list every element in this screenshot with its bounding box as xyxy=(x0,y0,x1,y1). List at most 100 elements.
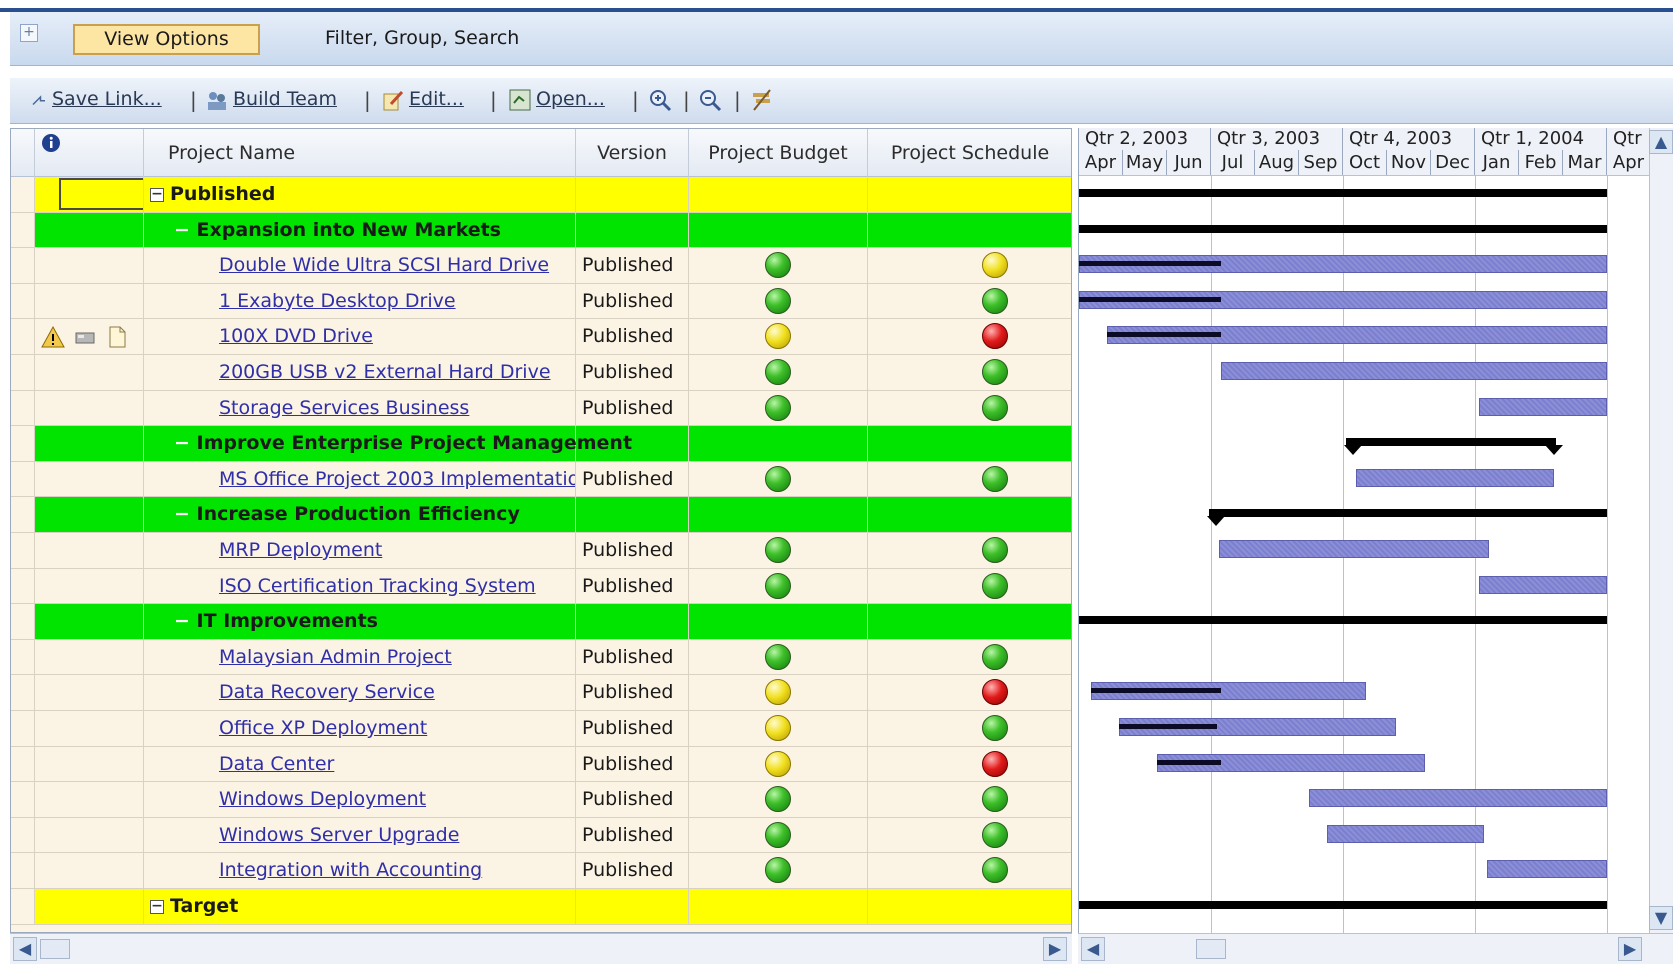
gantt-progress-bar[interactable] xyxy=(1091,688,1221,694)
gantt-horizontal-scrollbar[interactable]: ◀ ▶ xyxy=(1078,933,1673,964)
project-row[interactable]: MS Office Project 2003 Implementation Pub… xyxy=(11,461,1071,498)
gantt-task-bar[interactable] xyxy=(1479,397,1607,416)
project-row[interactable]: Windows Server Upgrade Published xyxy=(11,817,1071,854)
group-row[interactable]: − IT Improvements xyxy=(11,604,1071,640)
column-header-version[interactable]: Version xyxy=(576,129,689,177)
gantt-progress-bar[interactable] xyxy=(1157,759,1221,765)
scroll-right-button[interactable]: ▶ xyxy=(1618,937,1642,961)
gantt-progress-bar[interactable] xyxy=(1119,724,1217,729)
group-row[interactable]: − Improve Enterprise Project Management xyxy=(11,426,1071,462)
section-row[interactable]: − Published xyxy=(11,177,1071,213)
project-row[interactable]: Data Recovery Service Published xyxy=(11,675,1071,711)
gantt-summary-bar[interactable] xyxy=(1079,616,1607,625)
gantt-summary-bar[interactable] xyxy=(1346,438,1556,447)
project-row[interactable]: 200GB USB v2 External Hard Drive Publishe… xyxy=(11,355,1071,391)
go-to-task-button[interactable] xyxy=(750,84,778,116)
gantt-task-bar[interactable] xyxy=(1221,362,1607,380)
project-row[interactable]: 100X DVD Drive Published xyxy=(11,319,1071,355)
project-link[interactable]: Data Center xyxy=(144,753,334,775)
project-link[interactable]: Windows Server Upgrade xyxy=(144,824,459,846)
gantt-task-bar[interactable] xyxy=(1487,860,1607,879)
collapse-icon[interactable]: − xyxy=(174,432,197,454)
project-row[interactable]: Windows Deployment Published xyxy=(11,782,1071,818)
collapse-icon[interactable]: − xyxy=(174,503,197,525)
scroll-left-button[interactable]: ◀ xyxy=(13,937,37,961)
project-link[interactable]: Office XP Deployment xyxy=(144,717,427,739)
project-link[interactable]: Data Recovery Service xyxy=(144,681,435,703)
gantt-summary-marker[interactable] xyxy=(1344,445,1362,456)
column-header-project-name[interactable]: Project Name xyxy=(144,129,576,177)
project-row[interactable]: Office XP Deployment Published xyxy=(11,711,1071,747)
project-link[interactable]: ISO Certification Tracking System xyxy=(144,575,536,597)
gantt-summary-marker[interactable] xyxy=(1545,445,1563,456)
collapse-icon[interactable]: − xyxy=(174,219,197,241)
project-link[interactable]: Storage Services Business xyxy=(144,397,469,419)
yellow-indicator-icon xyxy=(982,252,1008,279)
gantt-progress-bar[interactable] xyxy=(1079,296,1221,302)
selected-cell[interactable] xyxy=(59,178,143,210)
card-icon[interactable] xyxy=(73,325,97,349)
project-row[interactable]: 1 Exabyte Desktop Drive Published xyxy=(11,283,1071,320)
vertical-scrollbar[interactable]: ▲ ▼ xyxy=(1649,128,1673,933)
filter-group-search-button[interactable]: Filter, Group, Search xyxy=(325,25,519,52)
project-link[interactable]: 1 Exabyte Desktop Drive xyxy=(144,290,456,312)
scroll-up-button[interactable]: ▲ xyxy=(1649,130,1673,154)
scroll-down-button[interactable]: ▼ xyxy=(1649,906,1673,930)
project-link[interactable]: MRP Deployment xyxy=(144,539,382,561)
indicators-header[interactable] xyxy=(35,129,144,177)
collapse-icon[interactable]: − xyxy=(150,187,164,202)
gantt-month: Jan xyxy=(1475,150,1519,175)
save-link-button[interactable]: Save Link... xyxy=(30,84,162,116)
zoom-out-button[interactable] xyxy=(698,84,726,116)
open-button[interactable]: Open... xyxy=(508,84,605,116)
project-row[interactable]: Malaysian Admin Project Published xyxy=(11,639,1071,676)
expand-toggle[interactable]: + xyxy=(20,24,38,42)
gantt-progress-bar[interactable] xyxy=(1107,332,1221,338)
project-link[interactable]: Double Wide Ultra SCSI Hard Drive xyxy=(144,254,549,276)
scroll-thumb[interactable] xyxy=(1196,939,1226,959)
group-row[interactable]: − Increase Production Efficiency xyxy=(11,497,1071,533)
gantt-summary-bar[interactable] xyxy=(1079,189,1607,197)
project-link[interactable]: Malaysian Admin Project xyxy=(144,646,452,668)
row-selector-cell xyxy=(11,604,35,639)
gantt-summary-bar[interactable] xyxy=(1079,901,1607,909)
project-link[interactable]: Windows Deployment xyxy=(144,788,426,810)
scroll-thumb[interactable] xyxy=(40,939,70,959)
document-icon[interactable] xyxy=(105,325,129,349)
scroll-right-button[interactable]: ▶ xyxy=(1043,937,1067,961)
collapse-icon[interactable]: − xyxy=(174,610,197,632)
gantt-task-bar[interactable] xyxy=(1219,540,1489,558)
version-cell xyxy=(576,889,689,924)
zoom-in-button[interactable] xyxy=(648,84,676,116)
project-row[interactable]: MRP Deployment Published xyxy=(11,533,1071,569)
project-link[interactable]: MS Office Project 2003 Implementation xyxy=(144,468,575,490)
project-row[interactable]: ISO Certification Tracking System Publish… xyxy=(11,568,1071,605)
gantt-summary-bar[interactable] xyxy=(1079,224,1607,233)
project-link[interactable]: 100X DVD Drive xyxy=(144,325,373,347)
gantt-task-bar[interactable] xyxy=(1327,824,1484,843)
project-row[interactable]: Storage Services Business Published xyxy=(11,390,1071,427)
grid-horizontal-scrollbar[interactable]: ◀ ▶ xyxy=(10,933,1072,964)
gantt-task-bar[interactable] xyxy=(1479,575,1607,594)
gantt-task-bar[interactable] xyxy=(1356,468,1554,487)
section-row[interactable]: − Target xyxy=(11,889,1071,925)
project-row[interactable]: Integration with Accounting Published xyxy=(11,853,1071,889)
scroll-left-button[interactable]: ◀ xyxy=(1081,937,1105,961)
group-row[interactable]: − Expansion into New Markets xyxy=(11,212,1071,249)
edit-button[interactable]: Edit... xyxy=(381,84,464,116)
project-name-cell: Office XP Deployment xyxy=(144,711,576,746)
project-link[interactable]: 200GB USB v2 External Hard Drive xyxy=(144,361,551,383)
project-row[interactable]: Data Center Published xyxy=(11,746,1071,783)
build-team-button[interactable]: Build Team xyxy=(205,84,337,116)
gantt-progress-bar[interactable] xyxy=(1079,261,1221,267)
gantt-summary-bar[interactable] xyxy=(1209,509,1607,518)
column-header-project-schedule[interactable]: Project Schedule xyxy=(868,129,1071,177)
collapse-icon[interactable]: − xyxy=(150,899,164,914)
column-header-project-budget[interactable]: Project Budget xyxy=(689,129,868,177)
project-link[interactable]: Integration with Accounting xyxy=(144,859,482,881)
warning-icon[interactable] xyxy=(41,325,65,349)
gantt-task-bar[interactable] xyxy=(1309,789,1607,808)
gantt-summary-marker[interactable] xyxy=(1207,516,1225,527)
project-row[interactable]: Double Wide Ultra SCSI Hard Drive Publish… xyxy=(11,248,1071,284)
view-options-button[interactable]: View Options xyxy=(73,24,260,55)
